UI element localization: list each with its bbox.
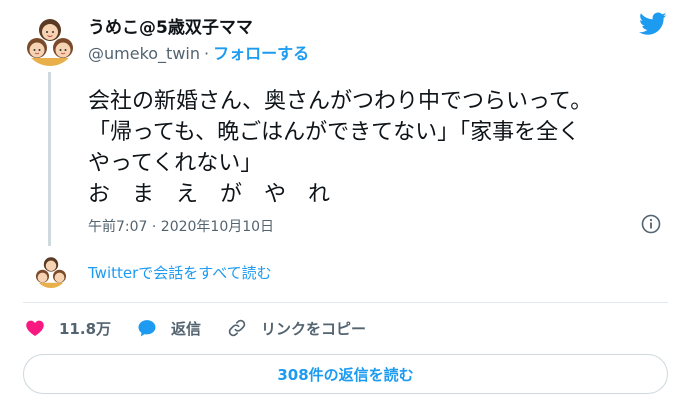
tweet-line-3: やってくれない」 [88, 151, 263, 176]
link-icon [228, 319, 246, 337]
separator-dot: · [204, 44, 210, 63]
follow-button[interactable]: フォローする [213, 44, 309, 63]
author-handle-row: @umeko_twin · フォローする [88, 40, 309, 64]
reply-button[interactable]: 返信 [137, 318, 201, 339]
author-handle[interactable]: @umeko_twin [88, 44, 200, 63]
tweet-text: 会社の新婚さん、奥さんがつわり中でつらいって。 「帰っても、晩ごはんができてない… [88, 86, 673, 210]
author-avatar[interactable] [24, 14, 76, 66]
read-conversation-link[interactable]: Twitterで会話をすべて読む [88, 262, 272, 283]
heart-icon [26, 320, 44, 336]
copy-link-label: リンクをコピー [261, 319, 367, 338]
copy-link-button[interactable]: リンクをコピー [227, 318, 366, 339]
tweet-line-2: 「帰っても、晩ごはんができてない」「家事を全く [88, 120, 581, 145]
tweet-card: うめこ@5歳双子ママ @umeko_twin · フォローする 会社の新婚さん、奥さ… [0, 0, 685, 407]
like-count: 11.8万 [59, 319, 112, 338]
divider [23, 302, 668, 303]
twitter-bird-icon[interactable] [639, 12, 667, 36]
conversation-avatar [34, 254, 68, 288]
like-button[interactable]: 11.8万 [25, 318, 111, 339]
read-replies-button[interactable]: 308件の返信を読む [23, 354, 668, 394]
tweet-timestamp[interactable]: 午前7:07 · 2020年10月10日 [88, 216, 274, 236]
thread-line [48, 72, 51, 246]
info-icon[interactable] [641, 214, 661, 234]
tweet-line-1: 会社の新婚さん、奥さんがつわり中でつらいって。 [88, 89, 593, 114]
reply-label: 返信 [171, 319, 202, 338]
speech-bubble-icon [138, 320, 156, 337]
tweet-line-4: お ま え が や れ [88, 182, 331, 207]
read-replies-label: 308件の返信を読む [277, 365, 414, 384]
author-name[interactable]: うめこ@5歳双子ママ [88, 13, 253, 38]
action-bar: 11.8万 返信 リンクをコピー [25, 316, 392, 340]
